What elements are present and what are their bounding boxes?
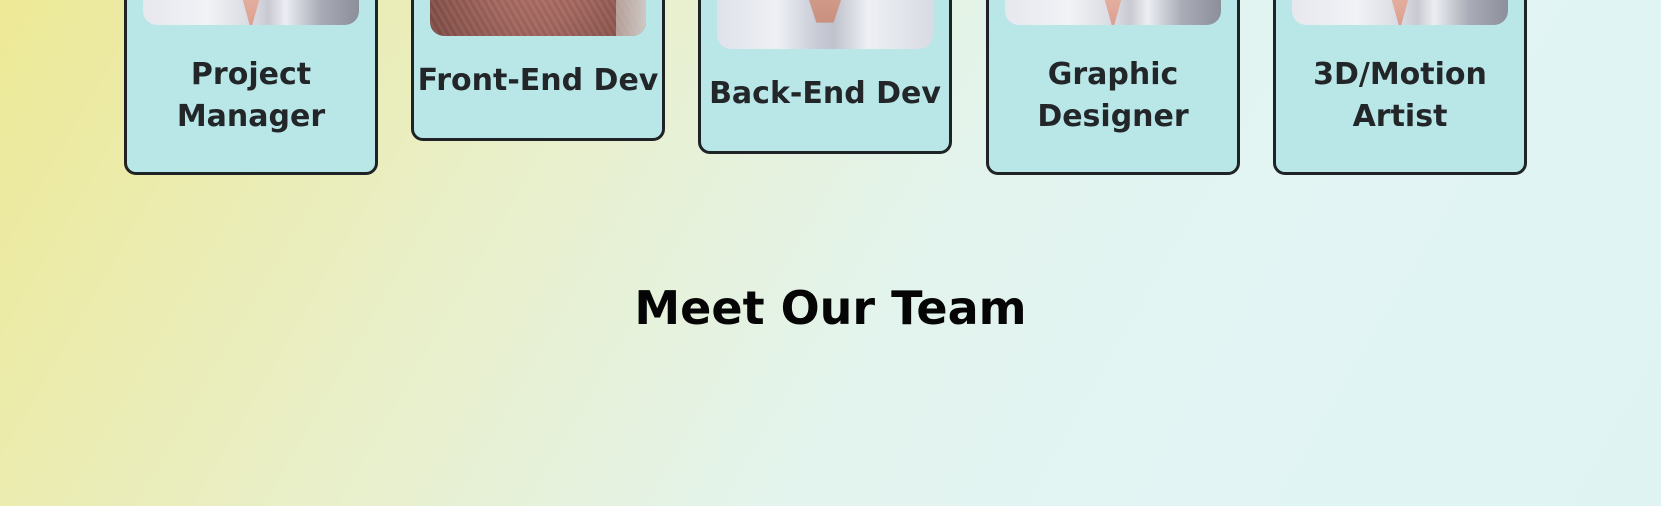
team-card-3d-motion-artist: 3D/Motion Artist — [1273, 0, 1527, 175]
role-line: Manager — [176, 99, 326, 134]
woman-hijab-photo — [430, 0, 646, 36]
team-card-role: Graphic Designer — [989, 54, 1237, 138]
man-white-shirt-photo — [1292, 0, 1508, 25]
role-line: Graphic — [1047, 57, 1179, 92]
team-card-role: Back-End Dev — [701, 73, 949, 115]
section-heading: Meet Our Team — [634, 281, 1027, 335]
role-line: Designer — [1037, 99, 1189, 134]
team-card-graphic-designer: Graphic Designer — [986, 0, 1240, 175]
man-white-shirt-photo — [143, 0, 359, 25]
team-card-back-end-dev: Back-End Dev — [698, 0, 952, 154]
role-line: Back-End Dev — [709, 76, 941, 111]
team-card-role: 3D/Motion Artist — [1276, 54, 1524, 138]
man-white-shirt-photo — [1005, 0, 1221, 25]
man-collared-shirt-photo — [717, 0, 933, 49]
team-card-project-manager: Project Manager — [124, 0, 378, 175]
role-line: Project — [190, 57, 312, 92]
team-card-role: Project Manager — [127, 54, 375, 138]
role-line: 3D/Motion — [1313, 57, 1487, 92]
team-card-front-end-dev: Front-End Dev — [411, 0, 665, 141]
team-card-role: Front-End Dev — [414, 60, 662, 102]
role-line: Front-End Dev — [417, 63, 659, 98]
role-line: Artist — [1352, 99, 1448, 134]
